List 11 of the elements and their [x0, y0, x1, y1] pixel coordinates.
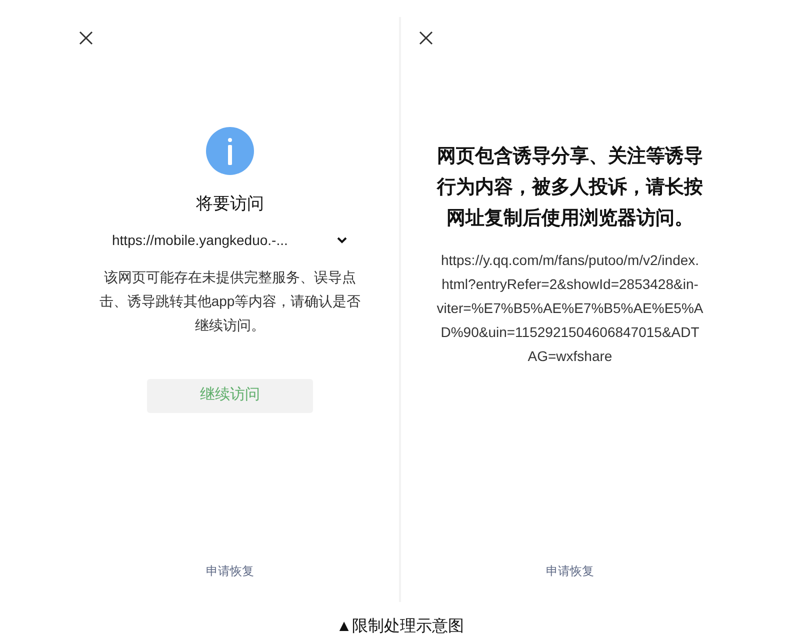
dialog-title: 将要访问 [196, 193, 264, 215]
close-icon[interactable] [418, 30, 434, 46]
figure-caption: ▲限制处理示意图 [336, 616, 464, 637]
blocked-message: 网页包含诱导分享、关注等诱导 行为内容，被多人投诉，请长按 网址复制后使用浏览器访问。 [437, 144, 703, 231]
close-icon[interactable] [78, 30, 94, 46]
info-icon [206, 127, 254, 175]
url-text: https://y.qq.com/m/fans/putoo/m/v2/index. html?entryRefer=2&showId=2853428&in- viter=%E7%B5%AE%E7%B5%AE%E5%A D%90&uin=1152921504606847015&ADT AG=wxfshare [436, 251, 704, 366]
restore-link[interactable]: 申请恢复 [206, 562, 254, 580]
warning-message: 该网页可能存在未提供完整服务、误导点 击、诱导跳转其他app等内容，请确认是否 继续访问。 [99, 268, 361, 334]
restore-link[interactable]: 申请恢复 [546, 562, 594, 580]
url-text: https://mobile.yangkeduo.-... [112, 230, 288, 250]
